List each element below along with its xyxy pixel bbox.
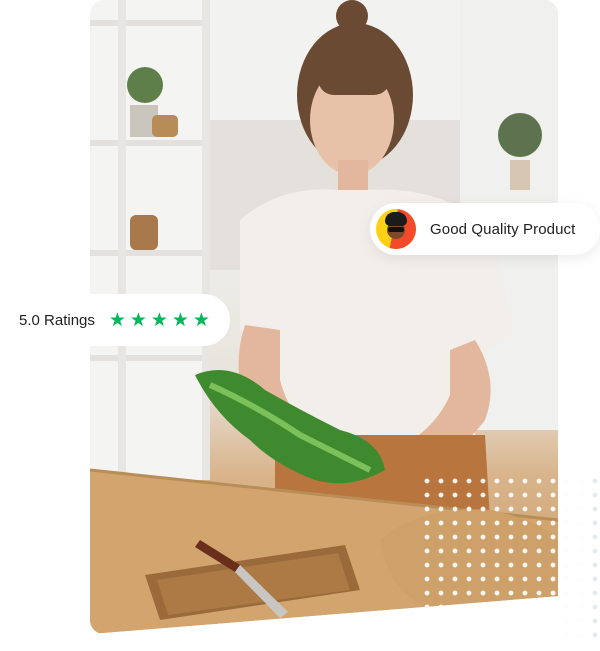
ratings-badge: 5.0 Ratings ★ ★ ★ ★ ★ <box>0 294 230 346</box>
star-icon: ★ <box>108 308 126 331</box>
person-avatar <box>376 209 416 249</box>
star-icon: ★ <box>192 308 210 331</box>
star-icon: ★ <box>150 308 168 331</box>
ratings-label: 5.0 Ratings <box>19 311 95 329</box>
quality-badge: Good Quality Product <box>370 203 600 255</box>
star-icon: ★ <box>129 308 147 331</box>
decorative-dots <box>420 474 590 644</box>
quality-label: Good Quality Product <box>430 220 576 238</box>
star-icon: ★ <box>171 308 189 331</box>
star-rating: ★ ★ ★ ★ ★ <box>108 308 210 331</box>
